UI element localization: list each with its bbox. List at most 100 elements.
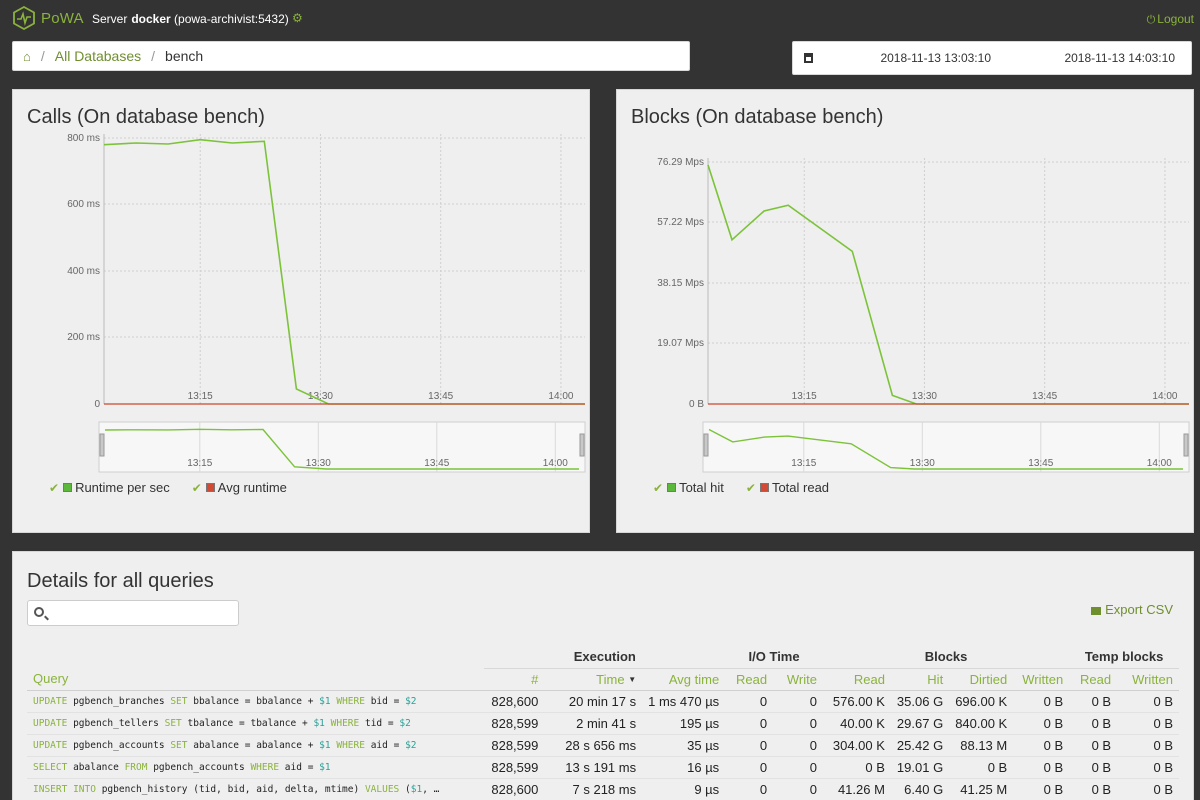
query-text[interactable]: INSERT INTO pgbench_history (tid, bid, a… xyxy=(27,778,485,800)
cell-calls: 828,599 xyxy=(484,712,545,735)
col-tmp-read[interactable]: Read xyxy=(1069,668,1118,691)
legend-item-runtime-per-sec[interactable]: ✔ Runtime per sec xyxy=(49,480,170,495)
overview-tick-label: 13:15 xyxy=(187,458,212,469)
cell-avg: 35 µs xyxy=(642,734,726,757)
logout-link[interactable]: ⏻ Logout xyxy=(1147,12,1194,27)
blocks-chart[interactable]: 0 B 19.07 Mps 38.15 Mps 57.22 Mps 76.29 Mps 1… xyxy=(617,90,1195,534)
col-io-read[interactable]: Read xyxy=(725,668,774,691)
overview-tick-label: 14:00 xyxy=(1147,458,1172,469)
cell-tmp-read: 0 B xyxy=(1069,690,1118,713)
legend-swatch xyxy=(63,483,73,492)
cell-time: 7 s 218 ms xyxy=(544,778,643,800)
logo-text: PoWA xyxy=(41,9,84,27)
gear-icon[interactable]: ⚙ xyxy=(292,11,303,25)
date-to[interactable]: 2018-11-13 14:03:10 xyxy=(1064,51,1175,65)
cell-tmp-written: 0 B xyxy=(1117,734,1179,757)
y-tick-label: 0 B xyxy=(689,399,704,410)
col-blk-dirtied[interactable]: Dirtied xyxy=(949,668,1014,691)
legend-item-avg-runtime[interactable]: ✔ Avg runtime xyxy=(192,480,287,495)
overview-tick-label: 13:45 xyxy=(424,458,449,469)
table-row[interactable]: INSERT INTO pgbench_history (tid, bid, a… xyxy=(27,778,1179,800)
cell-calls: 828,600 xyxy=(484,690,545,713)
home-icon[interactable]: ⌂ xyxy=(23,49,31,64)
cell-calls: 828,600 xyxy=(484,778,545,800)
queries-table: Execution I/O Time Blocks Temp blocks Qu… xyxy=(27,646,1179,800)
search-input[interactable] xyxy=(52,603,236,623)
col-blk-written[interactable]: Written xyxy=(1013,668,1070,691)
col-blk-hit[interactable]: Hit xyxy=(890,668,950,691)
date-range-picker[interactable]: 2018-11-13 13:03:10 2018-11-13 14:03:10 xyxy=(792,41,1192,75)
cell-blk-dirtied: 840.00 K xyxy=(949,712,1014,735)
blocks-panel: Blocks (On database bench) 0 B 19.07 Mps 3… xyxy=(616,89,1194,533)
query-text[interactable]: UPDATE pgbench_branches SET bbalance = b… xyxy=(27,690,485,713)
legend-swatch xyxy=(205,483,215,492)
overview-tick-label: 13:45 xyxy=(1028,458,1053,469)
col-tmp-written[interactable]: Written xyxy=(1117,668,1179,691)
table-row[interactable]: UPDATE pgbench_accounts SET abalance = a… xyxy=(27,734,1179,757)
query-text[interactable]: UPDATE pgbench_tellers SET tbalance = tb… xyxy=(27,712,485,735)
cell-blk-read: 40.00 K xyxy=(822,712,891,735)
check-icon: ✔ xyxy=(49,480,60,495)
table-row[interactable]: UPDATE pgbench_tellers SET tbalance = tb… xyxy=(27,712,1179,735)
server-host: (powa-archivist:5432) xyxy=(174,12,289,26)
cell-blk-dirtied: 41.25 M xyxy=(949,778,1014,800)
cell-io-write: 0 xyxy=(773,778,823,800)
powa-logo[interactable]: PoWA xyxy=(12,6,84,30)
col-calls[interactable]: # xyxy=(484,668,545,691)
query-text[interactable]: SELECT abalance FROM pgbench_accounts WH… xyxy=(27,756,485,779)
cell-blk-read: 0 B xyxy=(822,756,891,779)
x-tick-label: 14:00 xyxy=(548,391,573,402)
query-text[interactable]: UPDATE pgbench_accounts SET abalance = a… xyxy=(27,734,485,757)
cell-avg: 1 ms 470 µs xyxy=(642,690,726,713)
breadcrumb-all-databases[interactable]: All Databases xyxy=(55,48,141,64)
cell-io-write: 0 xyxy=(773,690,823,713)
table-group-header: Execution I/O Time Blocks Temp blocks xyxy=(27,646,1179,669)
y-tick-label: 38.15 Mps xyxy=(657,278,704,289)
cell-tmp-read: 0 B xyxy=(1069,756,1118,779)
cell-blk-hit: 6.40 G xyxy=(890,778,950,800)
server-name: docker xyxy=(131,12,171,26)
details-title: Details for all queries xyxy=(27,570,214,592)
table-column-header: Query # Time ▼ Avg time Read Write Read … xyxy=(27,668,1179,691)
search-icon xyxy=(34,607,44,617)
calls-chart[interactable]: 0200 ms400 ms600 ms800 ms13:15 13:30 13:45… xyxy=(13,90,591,534)
cell-blk-hit: 19.01 G xyxy=(890,756,950,779)
range-handle-left xyxy=(703,433,709,457)
cell-time: 20 min 17 s xyxy=(544,690,643,713)
x-tick-label: 13:30 xyxy=(912,391,937,402)
legend-item-total-read[interactable]: ✔ Total read xyxy=(746,480,829,495)
powa-logo-icon xyxy=(13,6,35,30)
legend-item-total-hit[interactable]: ✔ Total hit xyxy=(653,480,724,495)
range-handle-right xyxy=(579,433,585,457)
breadcrumb-separator: / xyxy=(40,48,45,64)
col-io-write[interactable]: Write xyxy=(773,668,823,691)
cell-avg: 9 µs xyxy=(642,778,726,800)
col-avg-time[interactable]: Avg time xyxy=(642,668,726,691)
check-icon: ✔ xyxy=(745,480,756,495)
range-handle-right xyxy=(1183,433,1189,457)
cell-blk-hit: 35.06 G xyxy=(890,690,950,713)
overview-tick-label: 14:00 xyxy=(543,458,568,469)
col-time[interactable]: Time ▼ xyxy=(544,668,643,691)
x-tick-label: 13:15 xyxy=(188,391,213,402)
y-tick-label: 200 ms xyxy=(67,332,100,343)
check-icon: ✔ xyxy=(191,480,202,495)
cell-blk-dirtied: 696.00 K xyxy=(949,690,1014,713)
range-handle-left xyxy=(99,433,105,457)
date-from[interactable]: 2018-11-13 13:03:10 xyxy=(880,51,991,65)
series-line-runtime-per-sec xyxy=(103,138,585,405)
y-tick-label: 600 ms xyxy=(67,199,100,210)
download-icon xyxy=(1091,607,1102,615)
overview-tick-label: 13:15 xyxy=(791,458,816,469)
y-tick-label: 800 ms xyxy=(67,133,100,144)
table-row[interactable]: SELECT abalance FROM pgbench_accounts WH… xyxy=(27,756,1179,779)
export-csv-button[interactable]: Export CSV xyxy=(1091,602,1173,617)
y-tick-label: 76.29 Mps xyxy=(657,157,704,168)
cell-blk-written: 0 B xyxy=(1013,778,1070,800)
cell-time: 13 s 191 ms xyxy=(544,756,643,779)
col-blk-read[interactable]: Read xyxy=(822,668,891,691)
col-query[interactable]: Query xyxy=(27,668,485,691)
x-tick-label: 13:15 xyxy=(792,391,817,402)
table-row[interactable]: UPDATE pgbench_branches SET bbalance = b… xyxy=(27,690,1179,713)
y-tick-label: 400 ms xyxy=(67,266,100,277)
